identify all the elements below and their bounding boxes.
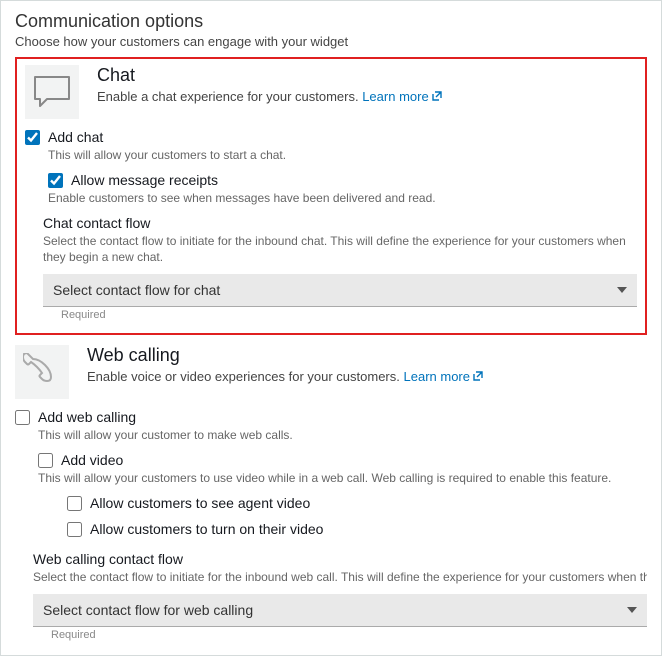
external-link-icon [431,90,443,105]
chat-flow-title: Chat contact flow [43,215,637,231]
chat-flow-select[interactable]: Select contact flow for chat [43,274,637,307]
receipts-help: Enable customers to see when messages ha… [48,190,637,207]
customer-video-row: Allow customers to turn on their video [67,521,647,537]
chat-desc-text: Enable a chat experience for your custom… [97,89,362,104]
web-learn-more-link[interactable]: Learn more [404,369,484,384]
add-chat-help: This will allow your customers to start … [48,147,637,164]
web-title-block: Web calling Enable voice or video experi… [87,345,484,385]
add-chat-label: Add chat [48,129,103,145]
agent-video-checkbox[interactable] [67,496,82,511]
receipts-checkbox[interactable] [48,173,63,188]
chevron-down-icon [627,607,637,613]
web-desc-text: Enable voice or video experiences for yo… [87,369,404,384]
panel-title: Communication options [15,11,647,32]
add-web-help: This will allow your customer to make we… [38,427,647,444]
web-flow-title: Web calling contact flow [33,551,647,567]
receipts-row: Allow message receipts [48,172,637,188]
add-chat-row: Add chat [25,129,637,145]
chat-flow-required: Required [61,309,637,321]
customer-video-label: Allow customers to turn on their video [90,521,323,537]
add-video-label: Add video [61,452,123,468]
phone-icon [15,345,69,399]
chat-flow-select-placeholder: Select contact flow for chat [53,282,220,298]
web-title: Web calling [87,345,484,366]
panel-subtitle: Choose how your customers can engage wit… [15,34,647,49]
chat-icon [25,65,79,119]
chat-title: Chat [97,65,443,86]
add-web-checkbox[interactable] [15,410,30,425]
chat-desc: Enable a chat experience for your custom… [97,89,443,105]
web-section-header: Web calling Enable voice or video experi… [15,345,647,399]
web-flow-select[interactable]: Select contact flow for web calling [33,594,647,627]
web-flow-desc: Select the contact flow to initiate for … [33,569,647,586]
web-desc: Enable voice or video experiences for yo… [87,369,484,385]
communication-options-panel: Communication options Choose how your cu… [0,0,662,656]
chat-section-highlight: Chat Enable a chat experience for your c… [15,57,647,335]
web-learn-more-label: Learn more [404,369,470,384]
add-video-help: This will allow your customers to use vi… [38,470,647,487]
web-flow-select-placeholder: Select contact flow for web calling [43,602,253,618]
chat-title-block: Chat Enable a chat experience for your c… [97,65,443,105]
chat-flow-desc: Select the contact flow to initiate for … [43,233,637,267]
chat-section-header: Chat Enable a chat experience for your c… [25,65,637,119]
add-web-row: Add web calling [15,409,647,425]
agent-video-label: Allow customers to see agent video [90,495,310,511]
agent-video-row: Allow customers to see agent video [67,495,647,511]
chat-learn-more-label: Learn more [362,89,428,104]
add-chat-checkbox[interactable] [25,130,40,145]
add-video-checkbox[interactable] [38,453,53,468]
add-web-label: Add web calling [38,409,136,425]
add-video-row: Add video [38,452,647,468]
external-link-icon [472,370,484,385]
customer-video-checkbox[interactable] [67,522,82,537]
chevron-down-icon [617,287,627,293]
web-flow-required: Required [51,629,647,641]
chat-learn-more-link[interactable]: Learn more [362,89,442,104]
receipts-label: Allow message receipts [71,172,218,188]
